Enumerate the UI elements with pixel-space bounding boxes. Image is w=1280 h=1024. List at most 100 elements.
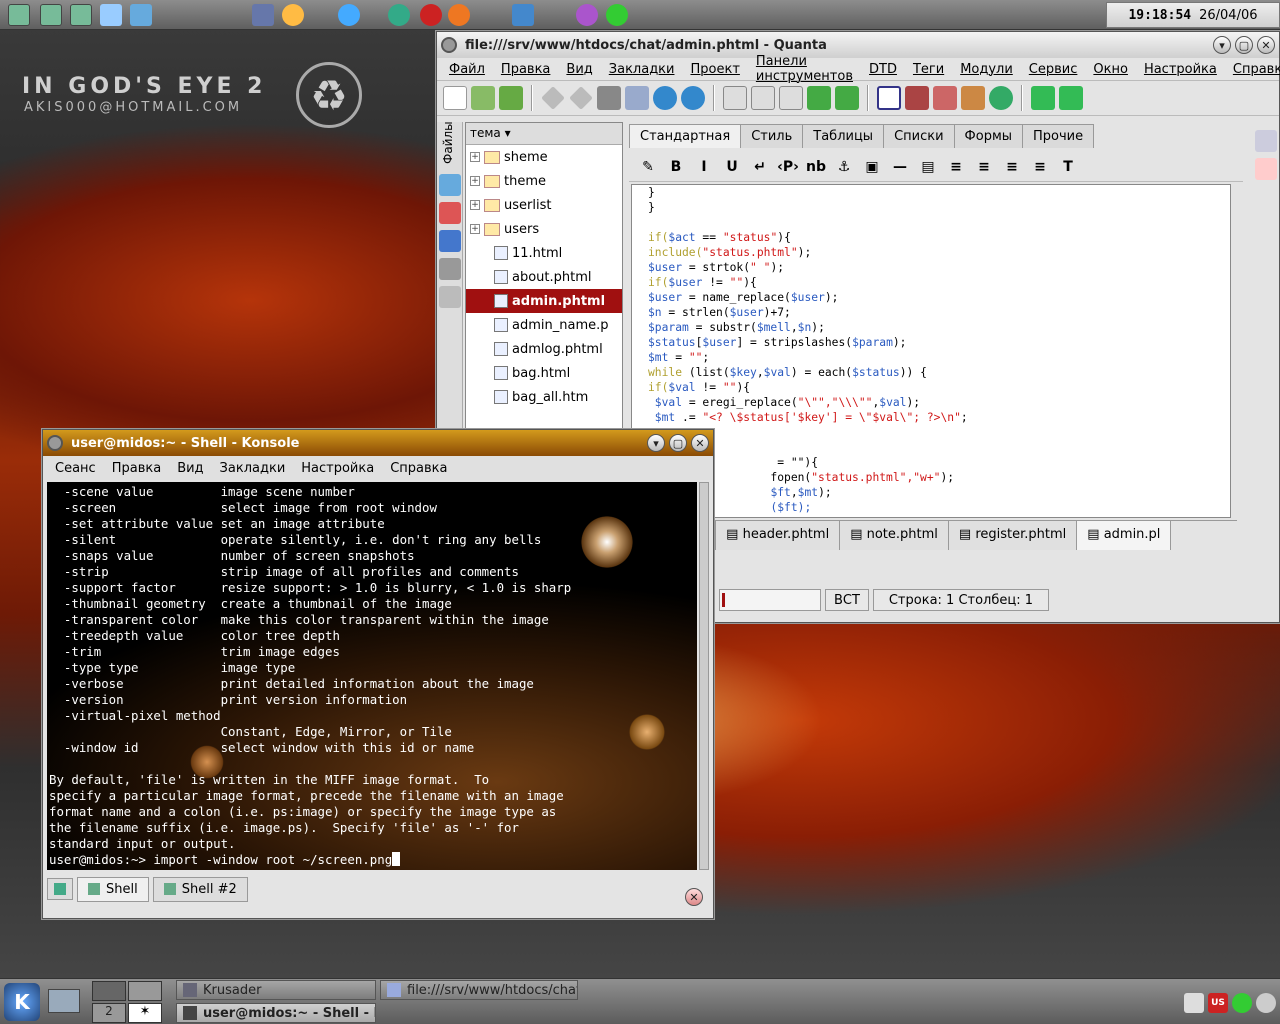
tag-icon[interactable] [1255, 158, 1277, 180]
reload-icon[interactable] [989, 86, 1013, 110]
clock[interactable]: 19:18:54 26/04/06 [1106, 2, 1280, 28]
menu-item[interactable]: Справка [1225, 62, 1280, 77]
amarok-tray-icon[interactable] [1232, 993, 1252, 1013]
menu-item[interactable]: Окно [1085, 62, 1136, 77]
tree-folder[interactable]: + sheme [466, 145, 622, 169]
format-button[interactable]: ↵ [749, 159, 771, 175]
menu-item[interactable]: Файл [441, 62, 493, 77]
tree-folder[interactable]: + userlist [466, 193, 622, 217]
menu-item[interactable]: Правка [104, 461, 169, 476]
minimize-button[interactable]: ▾ [647, 434, 665, 452]
menu-item[interactable]: Проект [682, 62, 747, 77]
diamond-icon[interactable] [569, 86, 593, 110]
document-tab[interactable]: ▤ header.phtml [716, 521, 841, 550]
menu-item[interactable]: Вид [558, 62, 600, 77]
toolbar-tab[interactable]: Прочие [1022, 124, 1095, 148]
menu-item[interactable]: Теги [905, 62, 952, 77]
side-tab-files[interactable]: Файлы [437, 121, 459, 168]
menu-item[interactable]: DTD [861, 62, 905, 77]
format-button[interactable]: ⚓ [833, 159, 855, 175]
view-icon[interactable] [905, 86, 929, 110]
konsole-titlebar[interactable]: user@midos:~ - Shell - Konsole ▾ ▢ ✕ [43, 430, 713, 456]
document-tab[interactable]: ▤ register.phtml [948, 521, 1078, 550]
window-menu-icon[interactable] [47, 435, 63, 451]
paste-icon[interactable] [751, 86, 775, 110]
format-button[interactable]: nb [805, 159, 827, 175]
tree-folder[interactable]: + users [466, 217, 622, 241]
tree-header[interactable]: тема ▾ [466, 123, 622, 145]
expand-icon[interactable]: + [470, 152, 480, 162]
minimize-button[interactable]: ▾ [1213, 36, 1231, 54]
tree-file[interactable]: bag_all.htm [466, 385, 622, 409]
keyboard-layout-flag[interactable]: US [1208, 993, 1228, 1013]
book-icon[interactable] [1255, 130, 1277, 152]
cut-icon[interactable] [779, 86, 803, 110]
terminal-output[interactable]: -scene value image scene number -screen … [47, 482, 697, 870]
menu-item[interactable]: Закладки [212, 461, 294, 476]
close-session-button[interactable]: ✕ [685, 888, 703, 906]
format-button[interactable]: ≡ [945, 159, 967, 175]
quick-start-icon[interactable]: ✎ [637, 159, 659, 175]
format-button[interactable]: ▤ [917, 159, 939, 175]
tab-shell[interactable]: Shell [77, 876, 149, 902]
messenger-icon[interactable] [512, 4, 534, 26]
document-tab[interactable]: ▤ admin.pl [1077, 521, 1172, 550]
format-button[interactable]: ≡ [1029, 159, 1051, 175]
format-button[interactable]: ≡ [1001, 159, 1023, 175]
preview-icon[interactable] [625, 86, 649, 110]
menu-item[interactable]: Панели инструментов [748, 54, 861, 84]
layout-icon[interactable] [877, 86, 901, 110]
menu-item[interactable]: Правка [493, 62, 558, 77]
close-button[interactable]: ✕ [1257, 36, 1275, 54]
back-icon[interactable] [653, 86, 677, 110]
tree-file[interactable]: admin.phtml [466, 289, 622, 313]
amarok-icon[interactable] [606, 4, 628, 26]
document-tab[interactable]: ▤ note.phtml [840, 521, 949, 550]
format-button[interactable]: U [721, 159, 743, 175]
network-tray-icon[interactable] [1256, 993, 1276, 1013]
window-icon[interactable] [40, 4, 62, 26]
side-tab-icon[interactable] [439, 174, 461, 196]
task-konsole[interactable]: user@midos:~ - Shell - K [176, 1003, 376, 1023]
format-button[interactable]: B [665, 159, 687, 175]
format-button[interactable]: — [889, 159, 911, 175]
upload-icon[interactable] [807, 86, 831, 110]
globe-icon[interactable] [388, 4, 410, 26]
side-tab-icon[interactable] [439, 258, 461, 280]
window-icon[interactable] [70, 4, 92, 26]
diamond-icon[interactable] [541, 86, 565, 110]
menu-item[interactable]: Справка [382, 461, 455, 476]
tree-file[interactable]: bag.html [466, 361, 622, 385]
side-tab-icon[interactable] [439, 286, 461, 308]
menu-item[interactable]: Настройка [293, 461, 382, 476]
format-button[interactable]: ≡ [973, 159, 995, 175]
forward-icon[interactable] [681, 86, 705, 110]
format-button[interactable]: I [693, 159, 715, 175]
window-icon[interactable] [8, 4, 30, 26]
menu-item[interactable]: Настройка [1136, 62, 1225, 77]
format-button[interactable]: ‹P› [777, 159, 799, 175]
window-menu-icon[interactable] [441, 37, 457, 53]
format-button[interactable]: ▣ [861, 159, 883, 175]
menu-item[interactable]: Вид [169, 461, 211, 476]
maximize-button[interactable]: ▢ [1235, 36, 1253, 54]
clipboard-icon[interactable] [1184, 993, 1204, 1013]
run-icon[interactable] [252, 4, 274, 26]
new-file-icon[interactable] [443, 86, 467, 110]
refresh-icon[interactable] [835, 86, 859, 110]
kontact-icon[interactable] [282, 4, 304, 26]
open-icon[interactable] [471, 86, 495, 110]
toolbar-tab[interactable]: Стиль [740, 124, 804, 148]
menu-item[interactable]: Модули [952, 62, 1021, 77]
tree-file[interactable]: admin_name.p [466, 313, 622, 337]
tab-shell-2[interactable]: Shell #2 [152, 876, 248, 902]
toolbar-tab[interactable]: Стандартная [629, 124, 742, 148]
view-split-icon[interactable] [933, 86, 957, 110]
computer-icon[interactable] [130, 4, 152, 26]
tree-file[interactable]: about.phtml [466, 265, 622, 289]
format-button[interactable]: T [1057, 159, 1079, 175]
code-editor[interactable]: }} if($act == "status"){include("status.p… [631, 184, 1231, 518]
eye-icon[interactable] [961, 86, 985, 110]
menu-item[interactable]: Закладки [601, 62, 683, 77]
firefox-icon[interactable] [448, 4, 470, 26]
